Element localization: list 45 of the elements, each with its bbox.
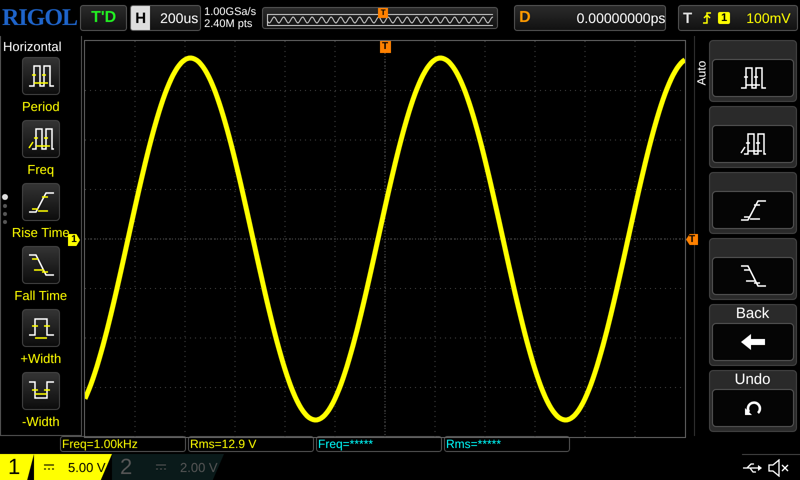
trigger-source: 1: [718, 12, 730, 24]
sample-rate: 1.00GSa/s: [204, 6, 258, 18]
measure-label: Fall Time: [14, 288, 68, 303]
measure-label: -Width: [22, 414, 60, 429]
memory-depth: 2.40M pts: [204, 18, 254, 30]
measure-label: +Width: [20, 351, 62, 366]
softkey-button[interactable]: [708, 106, 797, 168]
softkey-button[interactable]: Back: [708, 304, 797, 366]
delay-field[interactable]: D 0.00000000ps: [514, 5, 666, 31]
trigger-level: 100mV: [745, 10, 791, 26]
dc-coupling-icon: [44, 464, 54, 470]
usb-icon: [742, 462, 762, 474]
measurement-readout: Rms=*****: [444, 436, 570, 452]
undo-icon: [744, 400, 762, 416]
softkey-button[interactable]: [708, 40, 797, 102]
frequency-icon[interactable]: [22, 120, 60, 158]
speaker-muted-icon: [768, 458, 790, 476]
channel-tab[interactable]: 1 5.00 V: [0, 454, 112, 480]
softkey-button[interactable]: Undo: [708, 370, 797, 432]
trigger-level-marker: T: [686, 234, 698, 245]
measurement-readout: Freq=*****: [316, 436, 442, 452]
timebase-field[interactable]: H 200us: [130, 5, 202, 31]
measurement-readout: Freq=1.00kHz: [60, 436, 186, 452]
trigger-marker: T: [378, 8, 388, 18]
channel-scale: 2.00 V: [180, 460, 218, 474]
back-arrow-icon: [740, 333, 766, 351]
measure-label: Rise Time: [12, 225, 70, 240]
dc-coupling-icon: [156, 464, 166, 470]
menu-tab[interactable]: Auto: [694, 60, 708, 86]
positive-width-icon[interactable]: [22, 309, 60, 347]
measure-label: Freq: [27, 162, 54, 177]
logo: RIGOL: [2, 4, 78, 32]
fall-time-icon[interactable]: [22, 246, 60, 284]
period-icon[interactable]: [22, 57, 60, 95]
trigger-position-marker: T: [380, 41, 391, 53]
channel-marker: 1: [68, 234, 80, 246]
measurement-readout: Rms=12.9 V: [188, 436, 314, 452]
negative-width-icon[interactable]: [22, 372, 60, 410]
run-status: T'D: [80, 5, 128, 31]
menu-title: Horizontal: [2, 38, 62, 56]
rise-time-icon[interactable]: [22, 183, 60, 221]
measure-label: Period: [22, 99, 60, 114]
trigger-field[interactable]: T 1 100mV: [678, 5, 798, 31]
channel-scale: 5.00 V: [68, 460, 106, 474]
rising-edge-icon: [702, 11, 712, 25]
